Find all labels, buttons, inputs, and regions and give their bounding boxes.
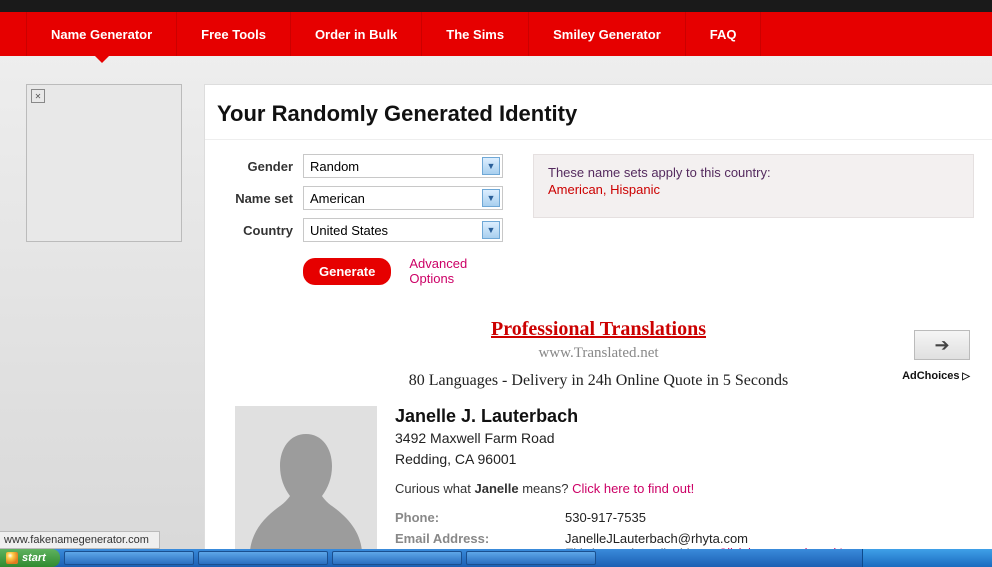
phone-label: Phone: <box>395 510 565 525</box>
left-ad-placeholder: ✕ <box>26 84 182 242</box>
nameset-select[interactable]: American ▼ <box>303 186 503 210</box>
nameset-value: American <box>310 191 365 206</box>
nav-the-sims[interactable]: The Sims <box>422 12 529 56</box>
windows-logo-icon <box>6 552 18 564</box>
inline-ad: Professional Translations www.Translated… <box>205 296 992 398</box>
taskbar-item[interactable] <box>64 551 194 565</box>
namesets-info: These name sets apply to this country: A… <box>533 154 974 218</box>
nav-smiley-gen[interactable]: Smiley Generator <box>529 12 686 56</box>
start-button[interactable]: start <box>0 549 60 567</box>
system-tray[interactable] <box>862 549 992 567</box>
ad-next-button[interactable]: ➔ <box>914 330 970 360</box>
chevron-down-icon: ▼ <box>482 221 500 239</box>
chevron-down-icon: ▼ <box>482 157 500 175</box>
identity-name: Janelle J. Lauterbach <box>395 406 972 427</box>
ad-title-link[interactable]: Professional Translations <box>205 318 992 341</box>
gender-label: Gender <box>223 159 303 174</box>
ad-desc: 80 Languages - Delivery in 24h Online Qu… <box>205 372 992 390</box>
email-value: JanelleJLauterbach@rhyta.com <box>565 531 972 546</box>
country-label: Country <box>223 223 303 238</box>
page-title: Your Randomly Generated Identity <box>205 85 992 140</box>
taskbar-item[interactable] <box>198 551 328 565</box>
namesets-list: American, Hispanic <box>548 182 959 197</box>
ad-url: www.Translated.net <box>205 345 992 362</box>
broken-image-icon: ✕ <box>31 89 45 103</box>
name-meaning-prompt: Curious what Janelle means? Click here t… <box>395 481 972 496</box>
gender-value: Random <box>310 159 359 174</box>
nav-faq[interactable]: FAQ <box>686 12 762 56</box>
adchoices-link[interactable]: AdChoices <box>902 370 970 382</box>
windows-taskbar: start <box>0 549 992 567</box>
taskbar-item[interactable] <box>466 551 596 565</box>
chevron-down-icon: ▼ <box>482 189 500 207</box>
name-meaning-link[interactable]: Click here to find out! <box>572 481 694 496</box>
nav-order-bulk[interactable]: Order in Bulk <box>291 12 422 56</box>
namesets-intro: These name sets apply to this country: <box>548 165 959 180</box>
nav-name-generator[interactable]: Name Generator <box>26 12 177 56</box>
identity-address-line2: Redding, CA 96001 <box>395 450 972 469</box>
person-silhouette-icon <box>235 406 377 551</box>
identity-address-line1: 3492 Maxwell Farm Road <box>395 429 972 448</box>
arrow-right-icon: ➔ <box>934 335 949 356</box>
country-value: United States <box>310 223 388 238</box>
gender-select[interactable]: Random ▼ <box>303 154 503 178</box>
phone-value: 530-917-7535 <box>565 510 972 525</box>
browser-statusbar: www.fakenamegenerator.com <box>0 531 160 549</box>
nav-free-tools[interactable]: Free Tools <box>177 12 291 56</box>
main-panel: Your Randomly Generated Identity Gender … <box>204 84 992 561</box>
country-select[interactable]: United States ▼ <box>303 218 503 242</box>
avatar-placeholder <box>235 406 377 551</box>
taskbar-item[interactable] <box>332 551 462 565</box>
nameset-label: Name set <box>223 191 303 206</box>
main-nav: Name Generator Free Tools Order in Bulk … <box>0 12 992 56</box>
generate-button[interactable]: Generate <box>303 258 391 285</box>
advanced-options-link[interactable]: Advanced Options <box>409 256 503 286</box>
